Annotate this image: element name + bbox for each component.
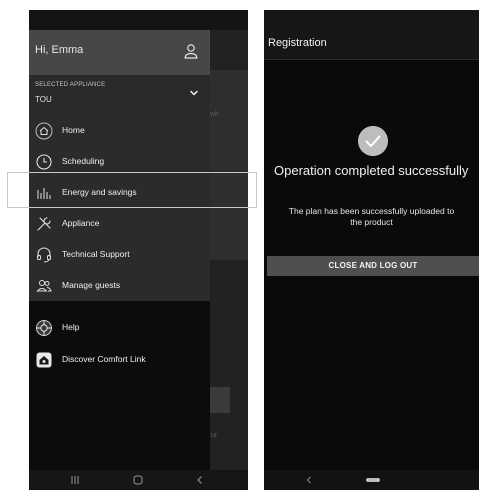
menu-item-manage-guests[interactable]: Manage guests — [29, 270, 210, 301]
menu-item-label: Appliance — [62, 218, 100, 228]
menu-item-home[interactable]: Home — [29, 115, 210, 146]
tools-icon — [37, 217, 51, 231]
menu-item-label: Help — [62, 322, 80, 332]
success-title: Operation completed successfully — [274, 163, 469, 178]
left-phone-screen: wh ur Hi, Emma SELECTED APPLIANCE TOU Ho… — [29, 10, 248, 490]
menu-item-label: Scheduling — [62, 156, 105, 166]
back-icon[interactable] — [194, 474, 206, 486]
support-icon — [37, 247, 51, 263]
success-check-icon — [358, 126, 388, 156]
chevron-down-icon — [190, 90, 198, 96]
user-profile-icon[interactable] — [183, 43, 199, 59]
menu-item-label: Manage guests — [62, 280, 121, 290]
menu-item-label: Technical Support — [62, 249, 130, 259]
menu-item-appliance[interactable]: Appliance — [29, 208, 210, 239]
user-greeting: Hi, Emma — [35, 44, 84, 56]
home-nav-icon[interactable] — [132, 474, 144, 486]
success-description: The plan has been successfully uploaded … — [288, 206, 455, 227]
drawer-header: Hi, Emma — [29, 30, 210, 75]
highlight-box-energy-and-savings — [7, 172, 257, 208]
appliance-selector[interactable]: SELECTED APPLIANCE TOU — [29, 75, 210, 115]
menu-item-technical-support[interactable]: Technical Support — [29, 239, 210, 270]
appliance-caption: SELECTED APPLIANCE — [35, 82, 106, 88]
clock-icon — [36, 154, 52, 170]
help-icon — [36, 320, 52, 336]
guests-icon — [36, 280, 52, 292]
appliance-name: TOU — [35, 95, 52, 104]
menu-item-help[interactable]: Help — [29, 312, 210, 343]
recent-apps-icon[interactable] — [69, 474, 81, 486]
right-phone-screen: Registration Operation completed success… — [264, 10, 479, 490]
menu-item-label: Home — [62, 125, 85, 135]
background-text: wh — [210, 111, 219, 118]
home-icon — [35, 122, 53, 140]
home-pill-icon[interactable] — [366, 478, 380, 482]
system-navigation-bar — [29, 470, 248, 490]
app-header: Registration — [264, 10, 479, 60]
menu-list: Home Scheduling Energy and savings Appli… — [29, 115, 210, 301]
system-navigation-bar — [264, 470, 479, 490]
background-button — [210, 387, 230, 413]
status-bar — [29, 10, 248, 30]
page-title: Registration — [268, 37, 327, 49]
back-icon[interactable] — [304, 475, 314, 485]
comfort-link-icon — [36, 352, 52, 368]
background-text: ur — [211, 432, 218, 439]
close-and-log-out-button[interactable]: CLOSE AND LOG OUT — [267, 256, 479, 276]
menu-item-label: Discover Comfort Link — [62, 354, 146, 364]
navigation-drawer: Hi, Emma SELECTED APPLIANCE TOU Home Sch… — [29, 30, 210, 470]
menu-item-discover-comfort-link[interactable]: Discover Comfort Link — [29, 344, 210, 375]
